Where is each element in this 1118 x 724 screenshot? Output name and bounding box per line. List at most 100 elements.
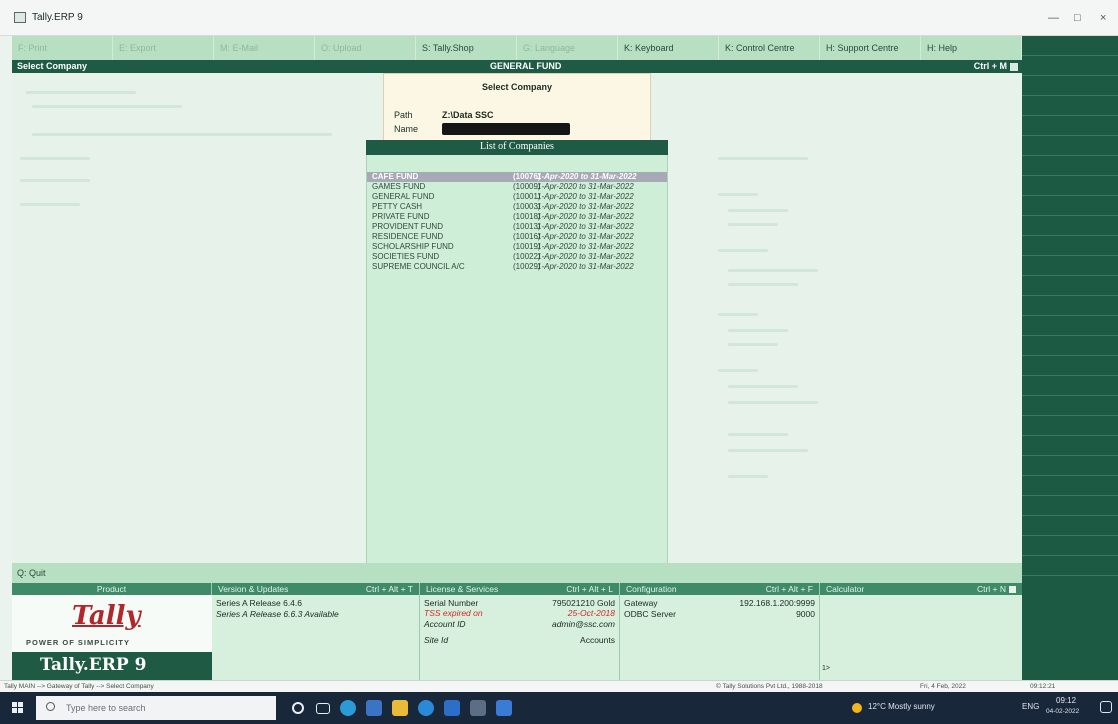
screen-header: Select Company GENERAL FUND Ctrl + M (12, 60, 1022, 73)
company-name: PRIVATE FUND (372, 212, 430, 221)
cortana-icon[interactable] (292, 702, 304, 714)
company-row-general-fund[interactable]: GENERAL FUND (10001) 1-Apr-2020 to 31-Ma… (367, 192, 667, 202)
version-panel[interactable]: Version & Updates Ctrl + Alt + T Series A… (212, 583, 420, 680)
company-name: CAFE FUND (372, 172, 419, 181)
keyboard-button[interactable]: K: Keyboard (618, 36, 719, 60)
sidebar-slot[interactable] (1022, 536, 1118, 556)
company-row-provident-fund[interactable]: PROVIDENT FUND (10013) 1-Apr-2020 to 31-… (367, 222, 667, 232)
sidebar-slot[interactable] (1022, 516, 1118, 536)
faint-text (32, 105, 182, 108)
faint-text (20, 203, 80, 206)
sidebar-slot[interactable] (1022, 436, 1118, 456)
faint-text (26, 91, 136, 94)
sidebar-slot[interactable] (1022, 136, 1118, 156)
sidebar-slot[interactable] (1022, 476, 1118, 496)
internet-explorer-icon[interactable] (418, 700, 434, 716)
sidebar-slot[interactable] (1022, 176, 1118, 196)
sidebar-slot[interactable] (1022, 76, 1118, 96)
app-taskbar-icon[interactable] (496, 700, 512, 716)
current-date: Fri, 4 Feb, 2022 (920, 683, 966, 690)
close-button[interactable]: × (1100, 12, 1106, 24)
store-icon[interactable] (366, 700, 382, 716)
company-period: 1-Apr-2020 to 31-Mar-2022 (537, 242, 634, 251)
version-shortcut: Ctrl + Alt + T (365, 584, 413, 594)
company-row-petty-cash[interactable]: PETTY CASH (10003) 1-Apr-2020 to 31-Mar-… (367, 202, 667, 212)
sidebar-slot[interactable] (1022, 116, 1118, 136)
quit-button[interactable]: Q: Quit (17, 568, 46, 578)
sidebar-slot[interactable] (1022, 336, 1118, 356)
copyright: © Tally Solutions Pvt Ltd., 1988-2018 (716, 683, 823, 690)
sidebar-slot[interactable] (1022, 556, 1118, 576)
clock-time[interactable]: 09:12 (1056, 696, 1076, 705)
select-company-title: Select Company (481, 82, 553, 92)
email-button[interactable]: M: E-Mail (214, 36, 315, 60)
faint-text (728, 223, 778, 226)
calculator-shortcut-label: Ctrl + N (976, 584, 1006, 594)
minimize-box-icon[interactable] (1010, 62, 1018, 71)
sidebar-slot[interactable] (1022, 256, 1118, 276)
faint-text (32, 133, 332, 136)
company-row-private-fund[interactable]: PRIVATE FUND (10018) 1-Apr-2020 to 31-Ma… (367, 212, 667, 222)
company-row-societies-fund[interactable]: SOCIETIES FUND (10022) 1-Apr-2020 to 31-… (367, 252, 667, 262)
sidebar-slot[interactable] (1022, 216, 1118, 236)
tally-taskbar-icon[interactable] (470, 700, 486, 716)
sidebar-slot[interactable] (1022, 236, 1118, 256)
tally-shop-button[interactable]: S: Tally.Shop (416, 36, 517, 60)
configuration-panel[interactable]: Configuration Ctrl + Alt + F Gateway 192.… (620, 583, 820, 680)
calculator-box-icon[interactable] (1009, 586, 1016, 594)
company-row-cafe-fund[interactable]: CAFE FUND (10076) 1-Apr-2020 to 31-Mar-2… (367, 172, 667, 182)
sidebar-slot[interactable] (1022, 36, 1118, 56)
company-row-games-fund[interactable]: GAMES FUND (10009) 1-Apr-2020 to 31-Mar-… (367, 182, 667, 192)
maximize-button[interactable]: □ (1074, 12, 1081, 24)
taskbar-search-box[interactable]: Type here to search (36, 696, 276, 720)
file-explorer-icon[interactable] (392, 700, 408, 716)
sidebar-slot[interactable] (1022, 196, 1118, 216)
notification-icon[interactable] (1100, 701, 1112, 713)
print-button[interactable]: F: Print (12, 36, 113, 60)
edge-browser-icon[interactable] (340, 700, 356, 716)
license-panel[interactable]: License & Services Ctrl + Alt + L Serial … (420, 583, 620, 680)
search-icon (46, 702, 55, 711)
company-name: GENERAL FUND (372, 192, 435, 201)
mail-icon[interactable] (444, 700, 460, 716)
control-centre-button[interactable]: K: Control Centre (719, 36, 820, 60)
task-view-icon[interactable] (316, 703, 330, 714)
clock-date[interactable]: 04-02-2022 (1046, 708, 1079, 715)
sidebar-slot[interactable] (1022, 396, 1118, 416)
company-row-scholarship-fund[interactable]: SCHOLARSHIP FUND (10019) 1-Apr-2020 to 3… (367, 242, 667, 252)
weather-text[interactable]: 12°C Mostly sunny (868, 702, 935, 711)
available-release[interactable]: Series A Release 6.6.3 Available (216, 609, 339, 619)
calculator-prompt[interactable]: 1> (822, 665, 830, 672)
minimize-shortcut[interactable]: Ctrl + M (974, 61, 1018, 71)
company-row-residence-fund[interactable]: RESIDENCE FUND (10016) 1-Apr-2020 to 31-… (367, 232, 667, 242)
weather-icon[interactable] (852, 703, 862, 713)
sidebar-slot[interactable] (1022, 296, 1118, 316)
windows-start-icon[interactable] (12, 702, 24, 714)
sidebar-slot[interactable] (1022, 96, 1118, 116)
sidebar-slot[interactable] (1022, 156, 1118, 176)
calculator-panel[interactable]: Calculator Ctrl + N 1> (820, 583, 1022, 680)
sidebar-slot[interactable] (1022, 356, 1118, 376)
help-button[interactable]: H: Help (921, 36, 1022, 60)
company-name-input[interactable] (442, 123, 570, 135)
sidebar-slot[interactable] (1022, 316, 1118, 336)
company-row-supreme-council[interactable]: SUPREME COUNCIL A/C (10029) 1-Apr-2020 t… (367, 262, 667, 272)
upload-button[interactable]: O: Upload (315, 36, 416, 60)
company-period: 1-Apr-2020 to 31-Mar-2022 (537, 172, 637, 181)
company-period: 1-Apr-2020 to 31-Mar-2022 (537, 222, 634, 231)
sidebar-slot[interactable] (1022, 376, 1118, 396)
minimize-button[interactable]: — (1048, 12, 1059, 24)
export-button[interactable]: E: Export (113, 36, 214, 60)
sidebar-slot[interactable] (1022, 456, 1118, 476)
sidebar-slot[interactable] (1022, 56, 1118, 76)
product-header: Product (12, 583, 211, 595)
top-button-bar: F: Print E: Export M: E-Mail O: Upload S… (12, 36, 1022, 60)
sidebar-slot[interactable] (1022, 416, 1118, 436)
language-button[interactable]: G: Language (517, 36, 618, 60)
sidebar-slot[interactable] (1022, 496, 1118, 516)
language-indicator[interactable]: ENG (1022, 702, 1039, 711)
sidebar-slot[interactable] (1022, 276, 1118, 296)
faint-text (728, 385, 798, 388)
company-period: 1-Apr-2020 to 31-Mar-2022 (537, 232, 634, 241)
support-centre-button[interactable]: H: Support Centre (820, 36, 921, 60)
